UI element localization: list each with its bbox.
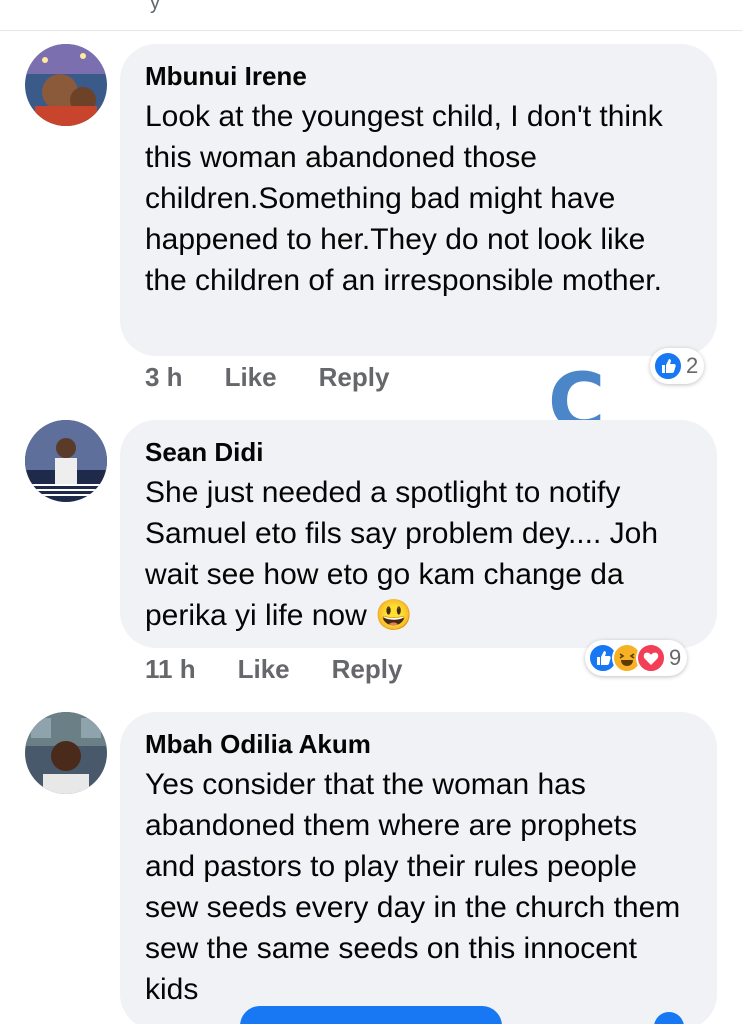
comment-bubble: Mbunui Irene Look at the youngest child,… [120, 44, 717, 356]
avatar[interactable] [25, 44, 107, 126]
reaction-count: 9 [669, 645, 682, 670]
comment-actions: 11 h Like Reply [145, 654, 444, 685]
reaction-count: 2 [686, 353, 699, 378]
love-reaction-icon [636, 643, 666, 673]
comment-bubble: Mbah Odilia Akum Yes consider that the w… [120, 712, 717, 1024]
comment-timestamp[interactable]: 11 h [145, 654, 196, 685]
avatar-image [25, 44, 107, 126]
comment-text: Look at the youngest child, I don't thin… [145, 100, 663, 297]
avatar[interactable] [25, 420, 107, 502]
reaction-summary[interactable]: 2 [650, 348, 705, 384]
comment-text: She just needed a spotlight to notify Sa… [145, 476, 659, 632]
comment-author[interactable]: Mbah Odilia Akum [145, 728, 691, 760]
clipped-text: y [150, 0, 160, 14]
like-button[interactable]: Like [238, 654, 290, 685]
avatar-image [25, 420, 107, 502]
reply-button[interactable]: Reply [319, 362, 390, 393]
comment-author[interactable]: Mbunui Irene [145, 60, 691, 92]
reply-button[interactable]: Reply [332, 654, 403, 685]
top-clipped-bar: y [0, 0, 742, 30]
comment-text: Yes consider that the woman has abandone… [145, 768, 681, 1006]
reaction-summary[interactable]: 9 [585, 640, 688, 676]
divider [0, 30, 742, 31]
like-button[interactable]: Like [225, 362, 277, 393]
clipped-icon[interactable] [668, 0, 704, 6]
avatar[interactable] [25, 712, 107, 794]
like-reaction-icon [653, 351, 683, 381]
comment-timestamp[interactable]: 3 h [145, 362, 183, 393]
comments-screen: y Mbunui Irene Look at the youngest chil… [0, 0, 742, 1024]
comment-bubble: Sean Didi She just needed a spotlight to… [120, 420, 717, 648]
comment-actions: 3 h Like Reply [145, 362, 431, 393]
avatar-image [25, 712, 107, 794]
comment-author[interactable]: Sean Didi [145, 436, 691, 468]
new-comments-pill[interactable] [240, 1006, 502, 1024]
